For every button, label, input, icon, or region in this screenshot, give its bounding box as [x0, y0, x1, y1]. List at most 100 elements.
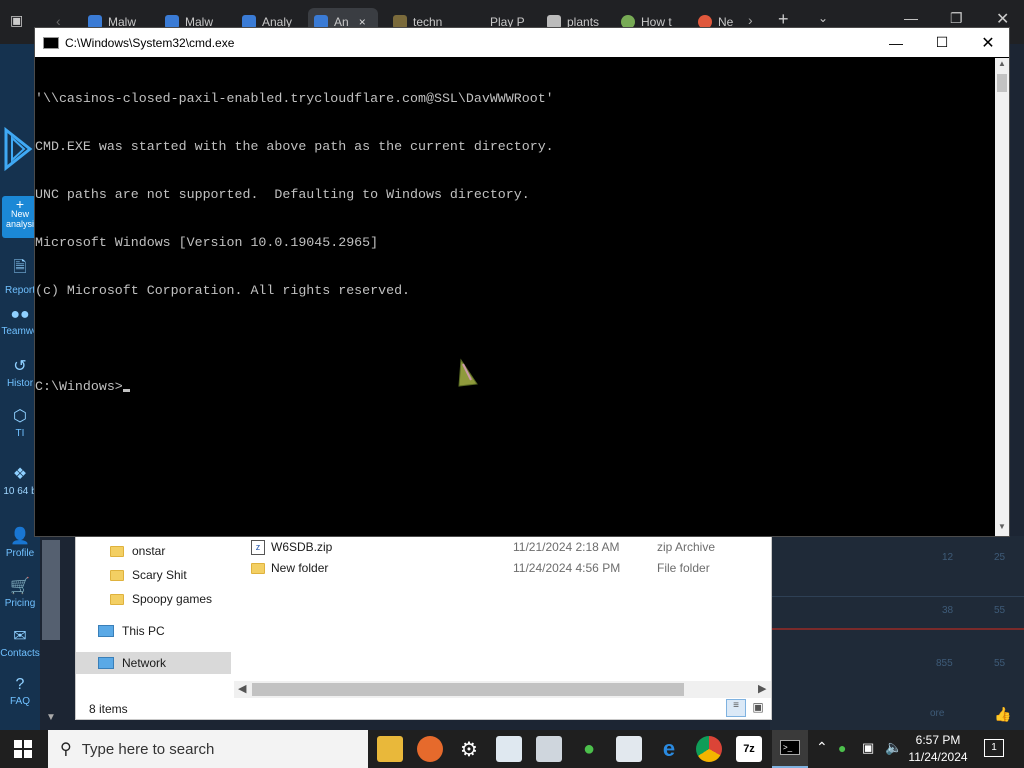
file-type: File folder [657, 561, 710, 575]
nav-item-network[interactable]: Network [76, 652, 231, 674]
file-type: zip Archive [657, 540, 716, 554]
horizontal-scrollbar[interactable]: ◀ ▶ [234, 681, 771, 698]
scroll-down-icon[interactable]: ▼ [998, 522, 1006, 531]
file-row[interactable]: z W6SDB.zip 11/21/2024 2:18 AM zip Archi… [251, 537, 715, 557]
internet-explorer-icon[interactable]: e [656, 736, 682, 762]
new-analysis-label: New analysi [5, 209, 34, 229]
firefox-icon[interactable] [417, 736, 443, 762]
notepad-icon[interactable] [496, 736, 522, 762]
table-cell: 855 [936, 658, 953, 669]
sidebar-item-label: TI [15, 428, 25, 439]
nav-item-this-pc[interactable]: This PC [98, 620, 165, 642]
network-tray-icon[interactable]: ▣ [862, 740, 874, 756]
search-icon: ⚲ [60, 741, 72, 758]
sidebar-item-label: Profile [5, 548, 35, 559]
clock-time: 6:57 PM [915, 733, 961, 747]
console-cursor [122, 389, 130, 392]
minimize-icon[interactable]: — [873, 28, 919, 57]
cmd-window-title: C:\Windows\System32\cmd.exe [65, 35, 235, 50]
sidebar-scrollbar[interactable] [42, 540, 60, 640]
loading-cursor-icon [457, 358, 481, 393]
close-icon[interactable]: ✕ [965, 28, 1011, 57]
sidebar-item-label: 10 64 b [3, 486, 37, 497]
console-output[interactable]: '\\casinos-closed-paxil-enabled.trycloud… [35, 58, 995, 536]
folder-icon [110, 569, 124, 581]
scroll-up-icon[interactable]: ▲ [998, 59, 1006, 68]
table-cell: 12 [942, 552, 954, 563]
sidebar-item-label: Histor [6, 378, 34, 389]
plus-icon: + [15, 196, 25, 212]
cmd-app-icon [43, 36, 59, 49]
nav-item-spoopy-games[interactable]: Spoopy games [110, 588, 212, 610]
file-date: 11/21/2024 2:18 AM [513, 540, 620, 554]
cart-icon: 🛒 [10, 578, 30, 595]
settings-gear-icon[interactable]: ⚙ [456, 736, 482, 762]
registry-icon[interactable] [616, 736, 642, 762]
scroll-right-icon[interactable]: ▶ [758, 682, 766, 695]
scrollbar-thumb[interactable] [252, 683, 684, 696]
tray-overflow-icon[interactable]: ⌃ [816, 739, 828, 756]
users-icon[interactable]: ● [576, 736, 602, 762]
console-line: Microsoft Windows [Version 10.0.19045.29… [35, 235, 379, 250]
folder-icon [251, 562, 265, 574]
table-cell: 25 [994, 552, 1006, 563]
computer-icon [98, 625, 114, 637]
folder-icon [110, 545, 124, 557]
7zip-icon[interactable]: 7z [736, 736, 762, 762]
console-prompt: C:\Windows> [35, 379, 123, 394]
wordpad-icon[interactable] [536, 736, 562, 762]
console-line: '\\casinos-closed-paxil-enabled.trycloud… [35, 91, 554, 106]
taskbar-clock[interactable]: 6:57 PM 11/24/2024 [905, 732, 971, 766]
file-date: 11/24/2024 4:56 PM [513, 561, 621, 575]
taskbar-search-box[interactable]: ⚲ Type here to search [48, 730, 368, 768]
tray-app-icon[interactable]: ● [838, 740, 846, 756]
nav-item-onstar[interactable]: onstar [110, 540, 165, 562]
table-cell: 55 [994, 658, 1006, 669]
console-line: (c) Microsoft Corporation. All rights re… [35, 283, 411, 298]
chrome-icon[interactable] [696, 736, 722, 762]
cmd-title-bar[interactable]: C:\Windows\System32\cmd.exe [35, 28, 1009, 57]
zip-file-icon: z [251, 539, 265, 555]
notification-center-icon[interactable]: 1 [984, 739, 1004, 757]
file-explorer-window: onstar Scary Shit Spoopy games This PC N… [75, 536, 772, 720]
app-logo-icon [4, 126, 34, 172]
window-menu-icon[interactable]: ▣ [10, 12, 28, 30]
new-analysis-button[interactable]: + New analysi [2, 196, 38, 238]
table-footer-text: ore [930, 708, 945, 719]
tab-list-icon[interactable]: ⌄ [818, 11, 828, 25]
faq-icon: ? [15, 676, 25, 693]
scrollbar-thumb[interactable] [997, 74, 1007, 92]
thumbs-up-icon[interactable]: 👍 [994, 706, 1011, 723]
vertical-scrollbar[interactable]: ▲ ▼ [995, 58, 1009, 536]
sidebar-item-faq[interactable]: ? FAQ [0, 676, 40, 707]
table-cell: 55 [994, 605, 1006, 616]
browser-restore-icon[interactable]: ❐ [950, 10, 963, 27]
nav-item-label: This PC [122, 624, 165, 638]
start-windows-icon[interactable] [14, 740, 32, 763]
browser-close-icon[interactable]: ✕ [996, 9, 1009, 29]
maximize-icon[interactable]: ☐ [919, 28, 965, 57]
sidebar-scroll-down-icon[interactable]: ▼ [46, 712, 56, 723]
cmd-window: C:\Windows\System32\cmd.exe — ☐ ✕ '\\cas… [34, 27, 1010, 537]
volume-icon[interactable]: 🔈 [885, 739, 902, 756]
file-row[interactable]: New folder 11/24/2024 4:56 PM File folde… [251, 558, 710, 578]
sidebar-item-label: Contacts [0, 648, 40, 659]
console-line: CMD.EXE was started with the above path … [35, 139, 554, 154]
tab-scroll-right-icon[interactable]: › [748, 12, 753, 28]
file-explorer-icon[interactable] [377, 736, 403, 762]
nav-item-label: Scary Shit [132, 568, 187, 582]
browser-minimize-icon[interactable]: — [904, 10, 918, 26]
sidebar-item-label: Pricing [4, 598, 36, 609]
sidebar-item-label: FAQ [9, 696, 30, 707]
sidebar-item-contacts[interactable]: ✉ Contacts [0, 626, 40, 659]
sidebar-item-pricing[interactable]: 🛒 Pricing [0, 576, 40, 609]
nav-item-scary-shit[interactable]: Scary Shit [110, 564, 187, 586]
file-name: New folder [271, 561, 329, 575]
scroll-left-icon[interactable]: ◀ [238, 682, 246, 695]
details-view-icon[interactable]: ≡ [726, 699, 746, 717]
table-divider-highlight [770, 628, 1024, 630]
taskbar: ⚲ Type here to search ⚙ ● e 7z >_ ⌃ ● ▣ … [0, 730, 1024, 768]
cmd-taskbar-icon[interactable]: >_ [772, 730, 808, 768]
large-icons-view-icon[interactable]: ▣ [750, 700, 766, 716]
